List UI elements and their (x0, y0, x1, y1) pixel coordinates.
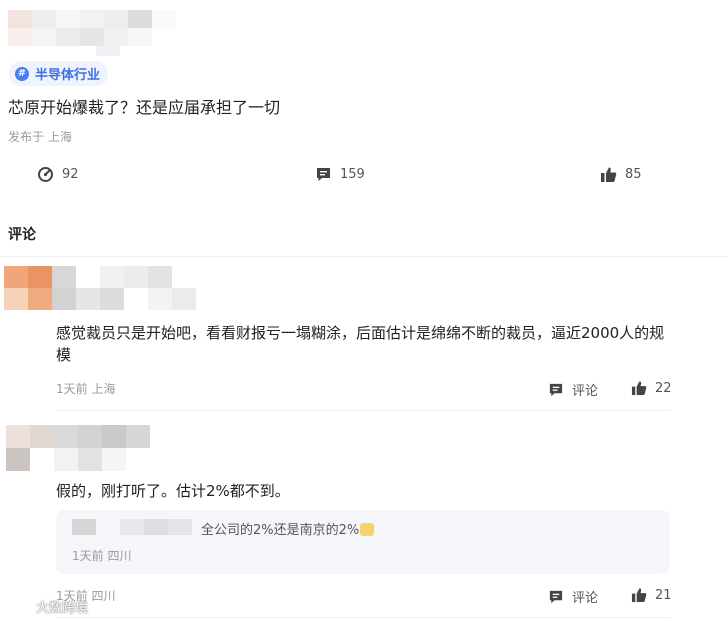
author-name-blurred (96, 46, 120, 56)
topic-tag[interactable]: # 半导体行业 (9, 61, 109, 86)
comment-1-reply-button[interactable]: 评论 (548, 380, 598, 399)
likes-count: 85 (625, 166, 642, 182)
emoji-icon (360, 523, 375, 536)
comment-divider (56, 410, 670, 411)
likes-stat[interactable]: 85 (600, 164, 642, 184)
section-divider (0, 256, 728, 257)
thumbs-up-icon (631, 381, 647, 396)
comment-2-reply-button[interactable]: 评论 (548, 587, 598, 606)
comment-icon (317, 167, 330, 181)
hash-icon: # (15, 66, 29, 81)
thumbs-up-icon (601, 167, 617, 182)
topic-tag-label: 半导体行业 (35, 68, 101, 83)
like-count: 22 (655, 380, 672, 396)
comments-count: 159 (340, 166, 365, 182)
reply-label: 评论 (572, 384, 599, 399)
views-stat[interactable]: 92 (37, 164, 79, 184)
watermark: 大数跨境 (8, 597, 88, 616)
nested-reply-meta: 1天前 四川 (72, 549, 132, 563)
watermark-text: 大数跨境 (36, 601, 89, 616)
comment-2-text: 假的，刚打听了。估计2%都不到。 (56, 482, 290, 500)
comment-1-like-button[interactable]: 22 (631, 380, 672, 396)
views-count: 92 (62, 166, 79, 182)
comment-1-avatar-blurred (4, 266, 196, 310)
watermark-logo-icon (10, 600, 27, 613)
comment-divider (56, 617, 670, 618)
reply-label: 评论 (572, 591, 599, 606)
comment-icon (549, 590, 563, 603)
thumbs-up-icon (631, 588, 647, 603)
comment-icon (549, 383, 563, 396)
post-title: 芯原开始爆裁了？还是应届承担了一切 (8, 98, 281, 117)
comment-2-like-button[interactable]: 21 (631, 587, 672, 603)
author-avatar-blurred (8, 10, 176, 46)
comments-stat[interactable]: 159 (315, 164, 365, 184)
nested-reply-text: 全公司的2%还是南京的2% (201, 519, 375, 538)
comment-1-text: 感觉裁员只是开始吧，看看财报亏一塌糊涂，后面估计是绵绵不断的裁员，逼近2000人… (56, 324, 665, 364)
comment-1-meta: 1天前 上海 (56, 382, 116, 396)
like-count: 21 (655, 587, 672, 603)
views-icon (38, 166, 53, 182)
nested-reply-author-blurred (72, 519, 192, 535)
post-location: 发布于 上海 (8, 130, 72, 144)
comments-section-title: 评论 (8, 227, 36, 243)
comment-2-avatar-blurred (6, 425, 174, 471)
